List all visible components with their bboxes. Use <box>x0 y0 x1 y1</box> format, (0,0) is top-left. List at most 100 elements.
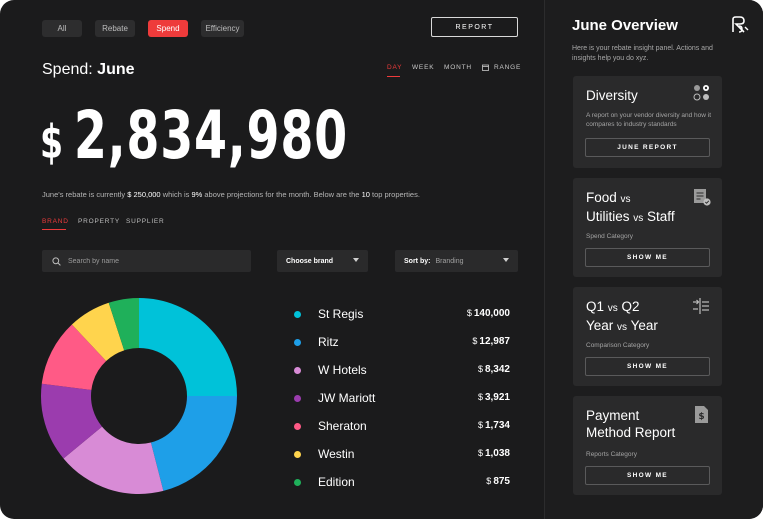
compare-icon <box>693 298 709 314</box>
legend-dot <box>294 395 301 402</box>
legend-item: JW Mariott $3,921 <box>294 391 510 405</box>
summary-text: June's rebate is currently $ 250,000 whi… <box>42 190 420 199</box>
legend-item: Edition $875 <box>294 475 510 489</box>
tab-property[interactable]: PROPERTY <box>78 218 120 225</box>
legend-item: W Hotels $8,342 <box>294 363 510 377</box>
filter-all[interactable]: All <box>42 20 82 37</box>
legend-amount: 140,000 <box>473 308 510 319</box>
panel-description: Here is your rebate insight panel. Actio… <box>572 45 713 62</box>
sort-select-value: Branding <box>435 257 464 265</box>
reports-category-card: Payment Method Report $ Reports Category… <box>573 396 722 495</box>
legend-currency: $ <box>466 308 472 318</box>
legend-item: Ritz $12,987 <box>294 335 510 349</box>
legend-name: Sheraton <box>318 419 367 433</box>
card-title-vs: vs <box>620 194 631 205</box>
tab-range-label: RANGE <box>494 64 522 71</box>
filter-efficiency[interactable]: Efficiency <box>201 20 244 37</box>
card-title-part: Method Report <box>586 425 676 440</box>
legend-dot <box>294 339 301 346</box>
tab-month[interactable]: MONTH <box>444 64 472 71</box>
legend-amount: 875 <box>493 476 510 487</box>
legend-value: $3,921 <box>478 392 510 403</box>
legend-name: JW Mariott <box>318 391 376 405</box>
sort-select[interactable]: Sort by: Branding <box>395 250 518 272</box>
filter-spend[interactable]: Spend <box>148 20 188 37</box>
card-subtitle: Comparison Category <box>586 342 650 349</box>
legend-amount: 3,921 <box>484 392 510 403</box>
calendar-icon <box>482 64 489 71</box>
legend-value: $1,038 <box>478 448 510 459</box>
legend-currency: $ <box>477 448 483 458</box>
total-currency: $ <box>40 115 64 169</box>
report-button[interactable]: REPORT <box>431 17 518 37</box>
legend-name: St Regis <box>318 307 364 321</box>
chevron-down-icon <box>503 258 509 262</box>
document-check-icon <box>694 189 711 206</box>
donut-slice-ritz <box>150 396 237 491</box>
total-spend: $2,834,980 <box>40 96 348 176</box>
legend-dot <box>294 423 301 430</box>
diversity-card: Diversity A report on your vendor divers… <box>573 76 722 168</box>
card-title: Food vs Utilities vs Staff <box>586 189 675 227</box>
legend-item: St Regis $140,000 <box>294 307 510 321</box>
legend-item: Sheraton $1,734 <box>294 419 510 433</box>
legend-name: Westin <box>318 447 355 461</box>
card-title-part: Year <box>630 318 658 333</box>
summary-part: which is <box>160 190 192 199</box>
show-me-button[interactable]: SHOW ME <box>585 466 710 485</box>
svg-text:$: $ <box>698 412 704 422</box>
card-title-vs: vs <box>633 213 644 224</box>
legend-value: $875 <box>486 476 510 487</box>
filter-rebate[interactable]: Rebate <box>95 20 135 37</box>
chevron-down-icon <box>353 258 359 262</box>
june-report-button[interactable]: JUNE REPORT <box>585 138 710 157</box>
legend-name: Edition <box>318 475 355 489</box>
card-title-vs: vs <box>607 303 618 314</box>
tab-range[interactable]: RANGE <box>482 64 521 71</box>
search-field[interactable] <box>42 250 251 272</box>
search-input[interactable] <box>68 257 238 265</box>
tab-brand-underline <box>42 229 66 230</box>
legend-dot <box>294 479 301 486</box>
panel-title: June Overview <box>572 17 678 34</box>
show-me-button[interactable]: SHOW ME <box>585 357 710 376</box>
search-icon <box>52 256 61 266</box>
tab-supplier[interactable]: SUPPLIER <box>126 218 165 225</box>
legend-value: $140,000 <box>467 308 510 319</box>
tab-week[interactable]: WEEK <box>412 64 434 71</box>
brand-logo-icon <box>732 16 749 33</box>
legend-dot <box>294 311 301 318</box>
card-title-part: Payment <box>586 408 640 423</box>
card-title: Diversity <box>586 88 638 103</box>
dollar-file-icon: $ <box>695 406 708 423</box>
card-title-part: Staff <box>647 209 675 224</box>
tab-brand[interactable]: BRAND <box>42 218 69 225</box>
legend-currency: $ <box>472 336 478 346</box>
legend-currency: $ <box>486 476 492 486</box>
summary-part: top properties. <box>369 190 420 199</box>
legend-currency: $ <box>477 420 483 430</box>
legend-value: $1,734 <box>478 420 510 431</box>
show-me-button[interactable]: SHOW ME <box>585 248 710 267</box>
legend-dot <box>294 367 301 374</box>
card-subtitle: A report on your vendor diversity and ho… <box>586 112 712 128</box>
legend-currency: $ <box>477 364 483 374</box>
page-title: Spend: June <box>42 61 135 79</box>
brand-select-label: Choose brand <box>286 257 334 265</box>
card-title-part: Utilities <box>586 209 630 224</box>
legend-amount: 1,038 <box>484 448 510 459</box>
tab-day[interactable]: DAY <box>387 64 402 71</box>
summary-rebate: $ 250,000 <box>127 190 161 199</box>
legend-amount: 1,734 <box>484 420 510 431</box>
page-title-prefix: Spend: <box>42 61 93 78</box>
legend-item: Westin $1,038 <box>294 447 510 461</box>
summary-percent: 9% <box>191 190 203 199</box>
card-subtitle: Spend Category <box>586 233 633 240</box>
tab-day-underline <box>387 76 400 77</box>
donut-slice-st-regis <box>139 298 237 396</box>
legend-value: $8,342 <box>478 364 510 375</box>
brand-select[interactable]: Choose brand <box>277 250 368 272</box>
brand-donut-chart <box>41 298 237 494</box>
card-title-part: Q1 <box>586 299 605 314</box>
summary-part: June's rebate is currently <box>42 190 128 199</box>
